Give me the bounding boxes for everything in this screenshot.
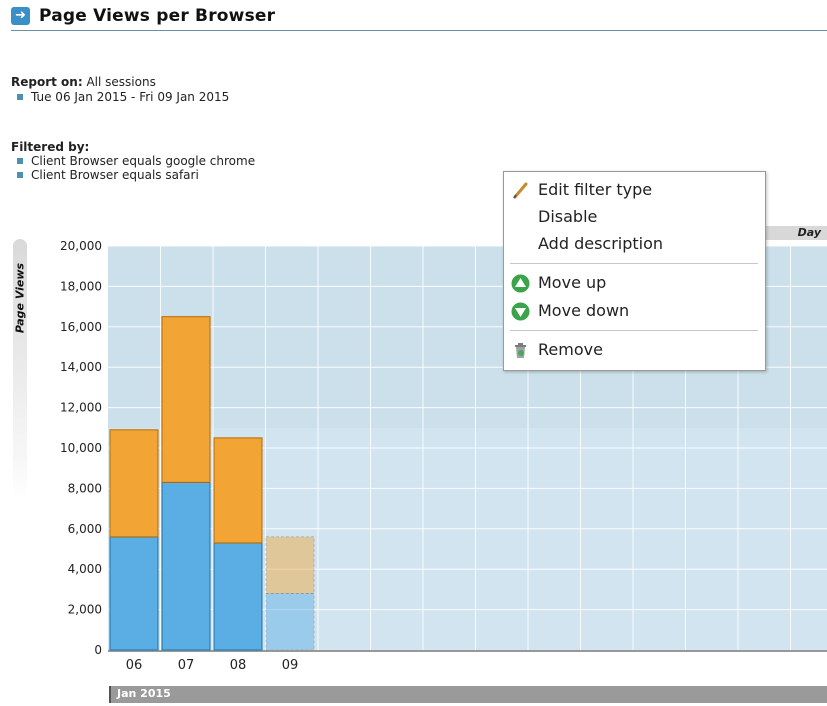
bar-segment-upper xyxy=(265,536,315,594)
menu-item-add-description[interactable]: Add description xyxy=(504,231,763,257)
bar-segment-upper xyxy=(213,437,263,544)
x-tick-label: 07 xyxy=(178,658,195,673)
filter-context-menu: Edit filter type Disable Add description… xyxy=(503,171,766,371)
month-label: Jan 2015 xyxy=(117,687,171,700)
bar-segment-upper xyxy=(109,429,159,538)
y-tick-label: 10,000 xyxy=(60,441,102,455)
y-tick-label: 12,000 xyxy=(60,401,102,415)
bar-segment-lower xyxy=(265,592,315,651)
menu-separator xyxy=(510,330,758,331)
y-tick-label: 6,000 xyxy=(68,522,102,536)
menu-item-move-up[interactable]: Move up xyxy=(504,270,763,296)
y-tick-label: 14,000 xyxy=(60,360,102,374)
arrow-down-icon xyxy=(511,302,530,321)
trash-icon xyxy=(515,343,526,358)
bar-segment-upper xyxy=(161,316,211,483)
x-tick-label: 08 xyxy=(230,658,247,673)
month-axis-strip: Jan 2015 xyxy=(109,686,827,703)
x-tick-label: 09 xyxy=(282,658,299,673)
y-tick-label: 8,000 xyxy=(68,481,102,495)
menu-item-remove[interactable]: Remove xyxy=(504,337,763,363)
y-tick-label: 18,000 xyxy=(60,279,102,293)
y-tick-label: 16,000 xyxy=(60,320,102,334)
bar-segment-lower xyxy=(213,542,263,651)
menu-item-move-down[interactable]: Move down xyxy=(504,298,763,324)
menu-item-edit-filter-type[interactable]: Edit filter type xyxy=(504,177,763,203)
y-tick-label: 4,000 xyxy=(68,562,102,576)
pencil-icon xyxy=(513,182,528,199)
y-tick-label: 20,000 xyxy=(60,239,102,253)
y-tick-label: 0 xyxy=(94,643,102,657)
bar-segment-lower xyxy=(109,536,159,651)
x-tick-label: 06 xyxy=(126,658,143,673)
menu-item-disable[interactable]: Disable xyxy=(504,204,763,230)
y-tick-label: 2,000 xyxy=(68,603,102,617)
menu-separator xyxy=(510,263,758,264)
arrow-up-icon xyxy=(511,274,530,293)
bar-segment-lower xyxy=(161,481,211,651)
